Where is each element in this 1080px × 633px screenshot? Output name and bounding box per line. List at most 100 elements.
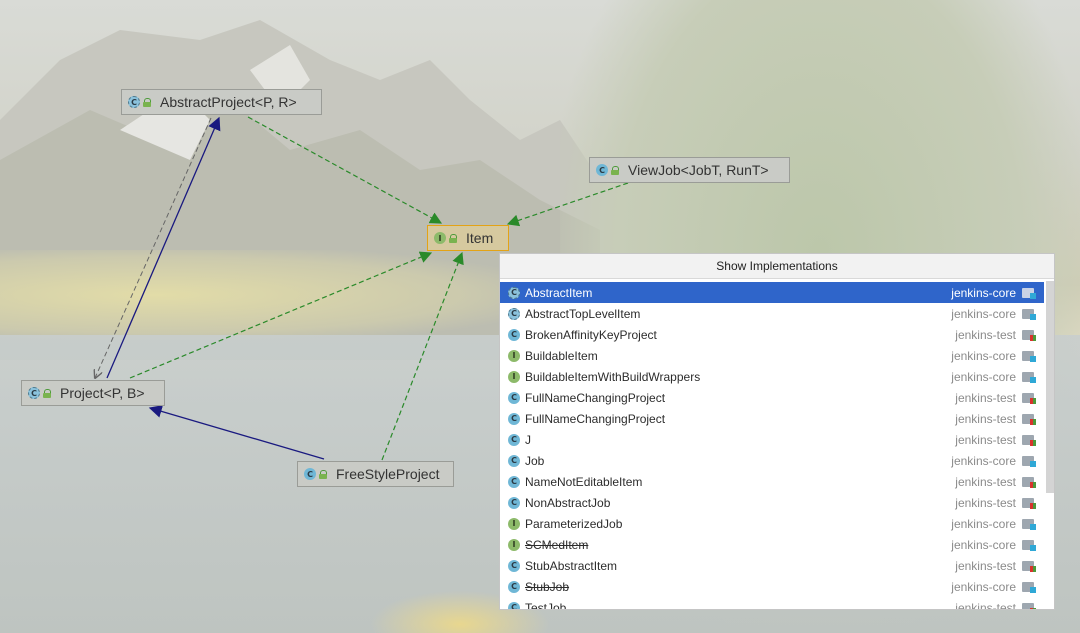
implementation-name: FullNameChangingProject — [525, 411, 666, 426]
interface-icon: I — [434, 232, 446, 244]
node-view-job[interactable]: C ViewJob<JobT, RunT> — [589, 157, 790, 183]
public-lock-icon — [43, 388, 51, 398]
implementation-module: jenkins-core — [951, 537, 1016, 552]
test-module-icon — [1022, 476, 1036, 488]
implementation-row[interactable]: C FullNameChangingProject jenkins-test — [500, 408, 1044, 429]
implementation-module: jenkins-test — [955, 600, 1016, 610]
show-implementations-popup: Show Implementations C AbstractItem jenkin… — [499, 253, 1055, 610]
class-icon: C — [508, 433, 520, 446]
implementation-row[interactable]: C Jjenkins-test — [500, 429, 1044, 450]
implementation-row[interactable]: C StubJob jenkins-core — [500, 576, 1044, 597]
implementation-name: J — [525, 432, 531, 447]
node-label: AbstractProject<P, R> — [160, 94, 297, 110]
node-abstract-project[interactable]: C AbstractProject<P, R> — [121, 89, 322, 115]
implementation-name: NonAbstractJob — [525, 495, 611, 510]
edge-abstractproject-project-dep — [95, 117, 212, 378]
test-module-icon — [1022, 602, 1036, 609]
implementation-module: jenkins-test — [955, 432, 1016, 447]
implementations-list: C AbstractItem jenkins-core C AbstractTopLev… — [500, 282, 1044, 610]
test-module-icon — [1022, 560, 1036, 572]
popup-scrollbar[interactable] — [1044, 277, 1054, 609]
abstract-class-icon: C — [508, 307, 520, 320]
implementation-row[interactable]: I BuildableItem jenkins-core — [500, 345, 1044, 366]
implementation-module: jenkins-test — [955, 558, 1016, 573]
node-label: Item — [466, 230, 494, 246]
implementation-row[interactable]: C FullNameChangingProject jenkins-test — [500, 387, 1044, 408]
source-module-icon — [1022, 518, 1036, 530]
implementation-row[interactable]: C AbstractItem jenkins-core — [500, 282, 1044, 303]
edge-viewjob-item — [506, 182, 629, 227]
implementation-row[interactable]: C BrokenAffinityKeyProject jenkins-test — [500, 324, 1044, 345]
class-icon: C — [304, 468, 316, 480]
implementation-module: jenkins-core — [951, 306, 1016, 321]
node-label: ViewJob<JobT, RunT> — [628, 162, 769, 178]
source-module-icon — [1022, 539, 1036, 551]
node-freestyle-project[interactable]: C FreeStyleProject — [297, 461, 454, 487]
implementation-row[interactable]: C NonAbstractJob jenkins-test — [500, 492, 1044, 513]
popup-title: Show Implementations — [500, 254, 1054, 279]
node-label: FreeStyleProject — [336, 466, 440, 482]
implementation-row[interactable]: I BuildableItemWithBuildWrappers jenkins-c… — [500, 366, 1044, 387]
test-module-icon — [1022, 329, 1036, 341]
node-label: Project<P, B> — [60, 385, 145, 401]
public-lock-icon — [319, 469, 327, 479]
implementation-row[interactable]: I SCMedItem jenkins-core — [500, 534, 1044, 555]
implementation-row[interactable]: I ParameterizedJob jenkins-core — [500, 513, 1044, 534]
interface-icon: I — [508, 538, 520, 551]
node-item[interactable]: I Item — [427, 225, 509, 251]
implementation-name: ParameterizedJob — [525, 516, 623, 531]
implementation-name: SCMedItem — [525, 537, 589, 552]
class-icon: C — [508, 580, 520, 593]
edge-project-abstractproject — [106, 116, 221, 379]
implementation-module: jenkins-test — [955, 327, 1016, 342]
implementation-module: jenkins-test — [955, 411, 1016, 426]
implementation-name: FullNameChangingProject — [525, 390, 666, 405]
class-icon: C — [596, 164, 608, 176]
implementation-row[interactable]: C TestJob jenkins-test — [500, 597, 1044, 610]
test-module-icon — [1022, 434, 1036, 446]
test-module-icon — [1022, 392, 1036, 404]
implementation-row[interactable]: C Job jenkins-core — [500, 450, 1044, 471]
edge-abstractproject-item — [247, 116, 443, 224]
implementation-module: jenkins-core — [951, 348, 1016, 363]
implementation-module: jenkins-core — [951, 453, 1016, 468]
implementation-module: jenkins-core — [951, 579, 1016, 594]
implementation-name: BuildableItemWithBuildWrappers — [525, 369, 701, 384]
public-lock-icon — [143, 97, 151, 107]
source-module-icon — [1022, 308, 1036, 320]
implementation-row[interactable]: C AbstractTopLevelItem jenkins-core — [500, 303, 1044, 324]
source-module-icon — [1022, 581, 1036, 593]
implementation-name: StubAbstractItem — [525, 558, 618, 573]
class-icon: C — [508, 391, 520, 404]
interface-icon: I — [508, 370, 520, 383]
implementation-module: jenkins-core — [951, 516, 1016, 531]
node-project[interactable]: C Project<P, B> — [21, 380, 165, 406]
implementation-name: BrokenAffinityKeyProject — [525, 327, 657, 342]
test-module-icon — [1022, 413, 1036, 425]
source-module-icon — [1022, 350, 1036, 362]
public-lock-icon — [611, 165, 619, 175]
abstract-class-icon: C — [28, 387, 40, 399]
implementation-module: jenkins-core — [951, 285, 1016, 300]
implementation-row[interactable]: C NameNotEditableItem jenkins-test — [500, 471, 1044, 492]
edge-freestyle-project — [148, 405, 325, 460]
implementation-name: StubJob — [525, 579, 570, 594]
implementation-module: jenkins-test — [955, 474, 1016, 489]
implementation-name: BuildableItem — [525, 348, 598, 363]
implementation-name: NameNotEditableItem — [525, 474, 643, 489]
implementation-module: jenkins-test — [955, 495, 1016, 510]
class-icon: C — [508, 475, 520, 488]
edge-freestyle-item — [381, 251, 464, 461]
test-module-icon — [1022, 497, 1036, 509]
scrollbar-thumb[interactable] — [1046, 281, 1054, 493]
interface-icon: I — [508, 349, 520, 362]
implementation-name: AbstractItem — [525, 285, 593, 300]
source-module-icon — [1022, 287, 1036, 299]
implementation-name: TestJob — [525, 600, 567, 610]
implementation-name: AbstractTopLevelItem — [525, 306, 641, 321]
class-icon: C — [508, 412, 520, 425]
class-icon: C — [508, 601, 520, 609]
implementation-row[interactable]: C StubAbstractItem jenkins-test — [500, 555, 1044, 576]
implementation-module: jenkins-core — [951, 369, 1016, 384]
edge-project-item — [129, 251, 433, 379]
